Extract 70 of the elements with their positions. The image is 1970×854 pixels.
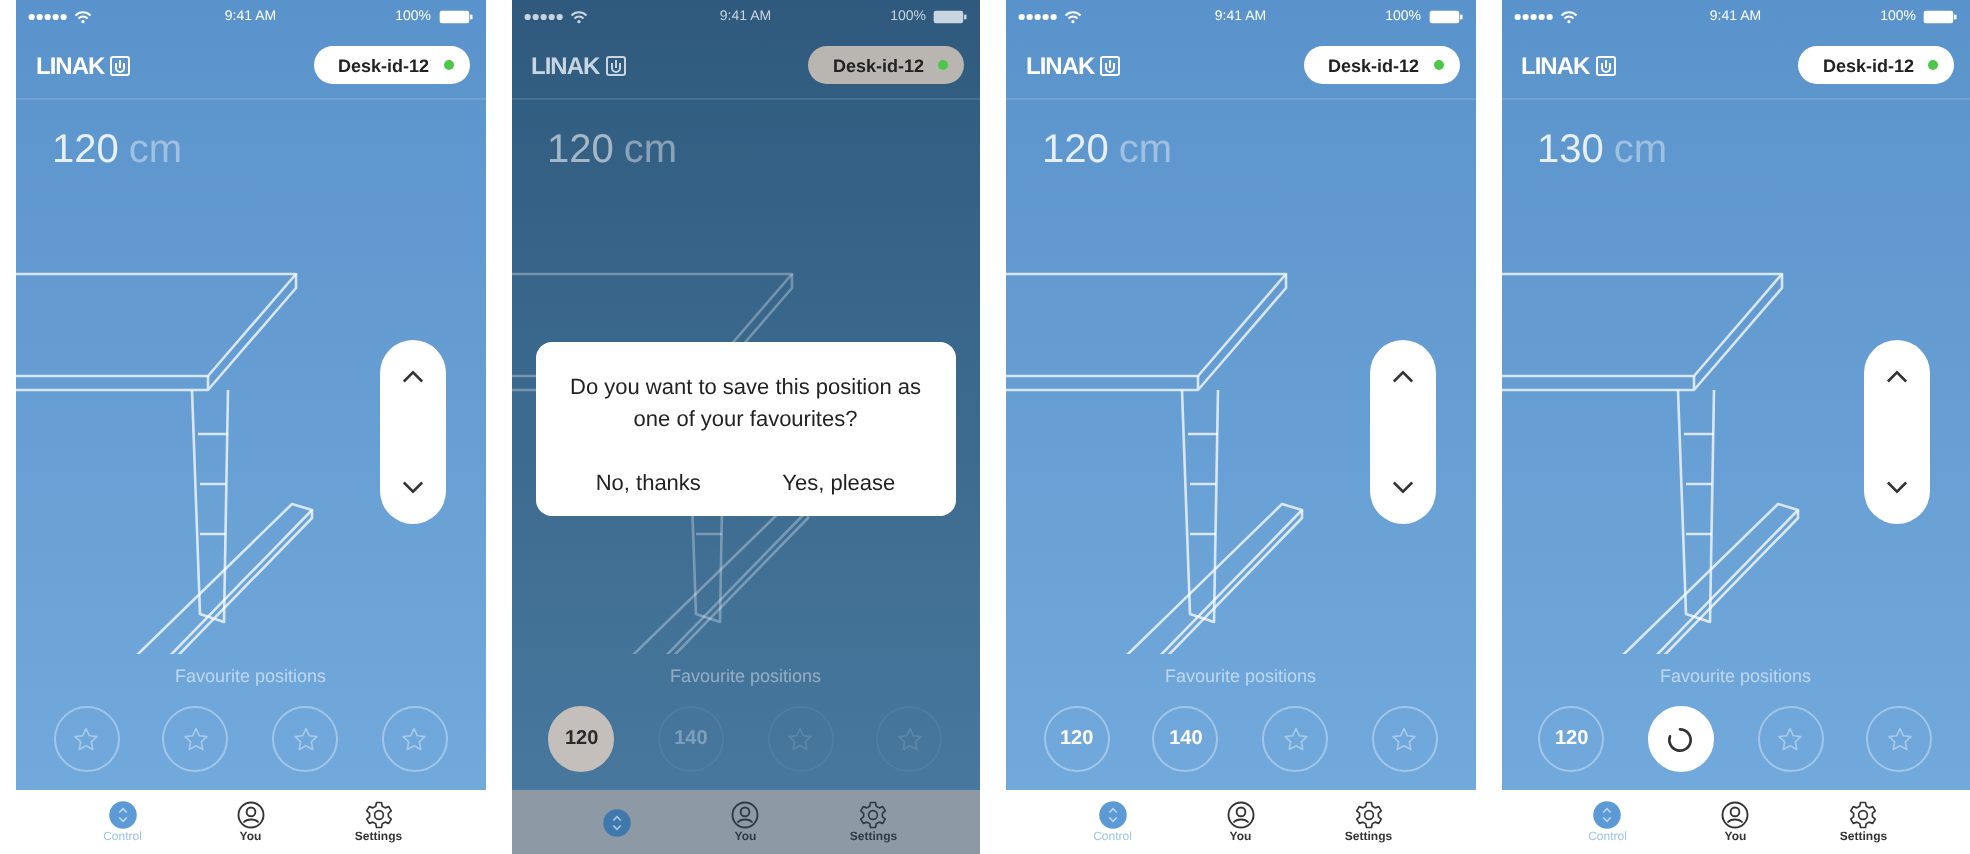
favourite-slot[interactable]: 120 [548, 706, 615, 772]
logo-icon [110, 55, 131, 75]
battery-icon [932, 9, 968, 23]
dialog-message: Do you want to save this position as one of your favourites? [568, 374, 923, 436]
height-value: 120 [547, 128, 614, 174]
logo-icon [1595, 55, 1616, 75]
height-unit: cm [623, 128, 678, 174]
favourites-label: Favourite positions [172, 666, 329, 690]
star-icon [289, 723, 322, 755]
star-icon [179, 723, 212, 755]
signal-icon [28, 11, 68, 21]
device-chip[interactable]: Desk-id-12 [313, 46, 469, 84]
signal-icon [1018, 11, 1058, 21]
brand-logo: LINAK [531, 51, 600, 79]
brand-logo: LINAK [1026, 51, 1095, 79]
wifi-icon [1559, 9, 1577, 23]
logo-icon [605, 55, 626, 75]
height-value: 130 [1537, 128, 1604, 174]
height-value: 120 [52, 128, 119, 174]
spinner-icon [1664, 723, 1697, 755]
control-icon [1097, 800, 1128, 830]
settings-icon [858, 800, 889, 830]
chevron-up-icon[interactable] [401, 368, 423, 384]
dialog-button[interactable]: Yes, please [774, 468, 904, 500]
battery-icon [1427, 9, 1463, 23]
control-icon [602, 807, 633, 837]
user-icon [1225, 800, 1256, 830]
user-icon [730, 800, 761, 830]
dialog-button[interactable]: No, thanks [587, 468, 709, 500]
settings-icon [363, 800, 394, 830]
height-unit: cm [1613, 128, 1668, 174]
control-icon [107, 800, 138, 830]
logo-icon [1100, 55, 1121, 75]
settings-icon [1848, 800, 1879, 830]
favourites-label: Favourite positions [1657, 666, 1814, 690]
device-chip[interactable]: Desk-id-12 [1303, 46, 1459, 84]
wifi-icon [1064, 9, 1082, 23]
chevron-up-icon[interactable] [1391, 368, 1413, 384]
star-icon [1388, 723, 1421, 755]
brand-logo: LINAK [36, 51, 105, 79]
favourite-slot[interactable] [1647, 706, 1714, 772]
height-value: 120 [1042, 128, 1109, 174]
control-icon [1592, 800, 1623, 830]
star-icon [70, 723, 103, 755]
brand-logo: LINAK [1521, 51, 1590, 79]
star-icon [784, 723, 817, 755]
settings-icon [1353, 800, 1384, 830]
star-icon [893, 723, 926, 755]
star-icon [398, 723, 431, 755]
height-unit: cm [128, 128, 183, 174]
favourites-label: Favourite positions [1162, 666, 1319, 690]
star-icon [1774, 723, 1807, 755]
signal-icon [523, 11, 563, 21]
device-chip[interactable]: Desk-id-12 [1798, 46, 1954, 84]
wifi-icon [569, 9, 587, 23]
battery-icon [1922, 9, 1958, 23]
battery-icon [437, 9, 473, 23]
user-icon [235, 800, 266, 830]
chevron-down-icon[interactable] [401, 480, 423, 496]
user-icon [1720, 800, 1751, 830]
device-chip[interactable]: Desk-id-12 [808, 46, 964, 84]
wifi-icon [74, 9, 92, 23]
height-unit: cm [1118, 128, 1173, 174]
chevron-down-icon[interactable] [1886, 480, 1908, 496]
chevron-up-icon[interactable] [1886, 368, 1908, 384]
favourites-label: Favourite positions [667, 666, 824, 690]
chevron-down-icon[interactable] [1391, 480, 1413, 496]
star-icon [1279, 723, 1312, 755]
star-icon [1883, 723, 1916, 755]
signal-icon [1513, 11, 1553, 21]
